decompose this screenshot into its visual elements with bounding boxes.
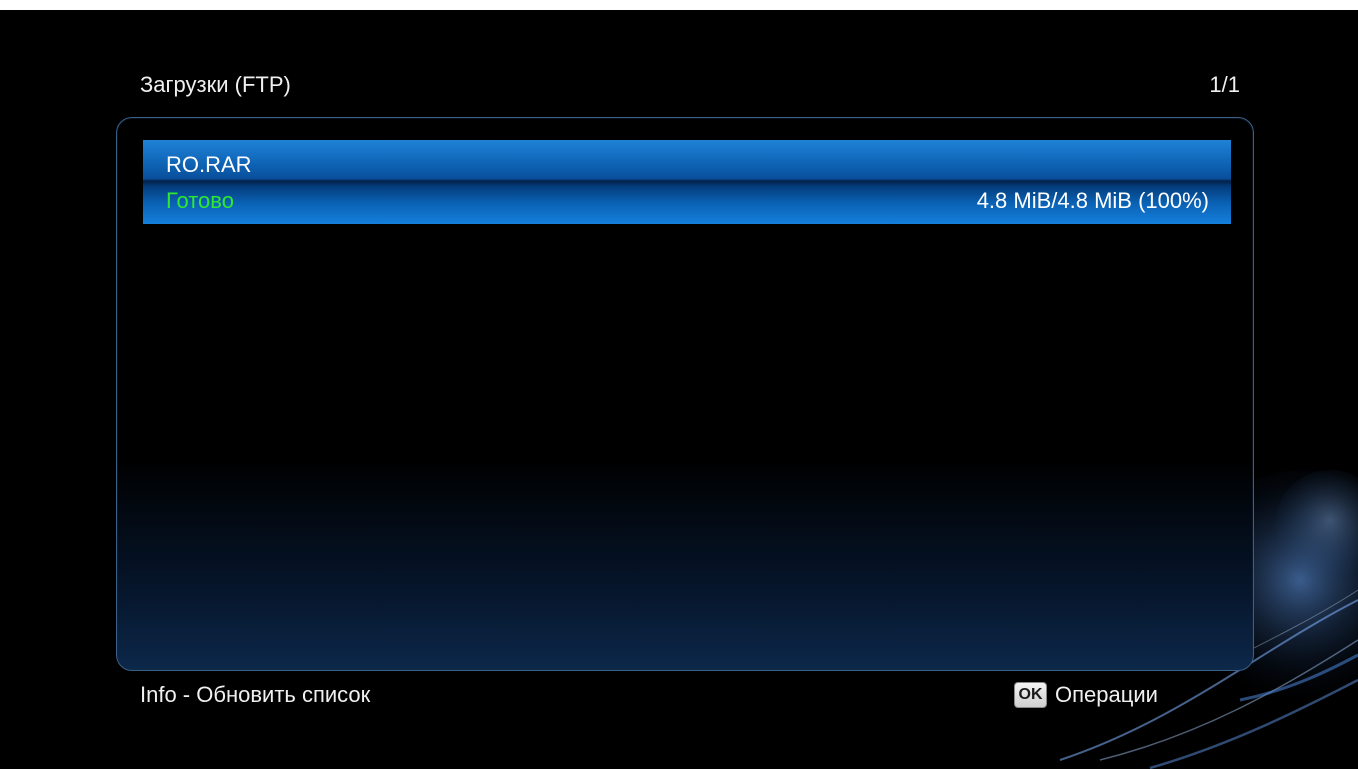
download-size-progress: 4.8 MiB/4.8 MiB (100%) [976, 188, 1209, 213]
ftp-downloads-screen: Загрузки (FTP) 1/1 RO.RAR Готово 4.8 MiB… [0, 0, 1358, 769]
download-list-item[interactable]: RO.RAR Готово 4.8 MiB/4.8 MiB (100%) [143, 140, 1231, 224]
page-counter: 1/1 [1209, 72, 1240, 97]
operations-hint[interactable]: OK Операции [1014, 680, 1158, 710]
download-file-name: RO.RAR [166, 152, 252, 177]
download-status: Готово [166, 188, 234, 213]
info-refresh-hint: Info - Обновить список [140, 682, 371, 707]
top-border [0, 0, 1358, 10]
ok-remote-key-icon: OK [1014, 682, 1047, 708]
page-title: Загрузки (FTP) [140, 72, 291, 97]
operations-label: Операции [1055, 682, 1158, 707]
